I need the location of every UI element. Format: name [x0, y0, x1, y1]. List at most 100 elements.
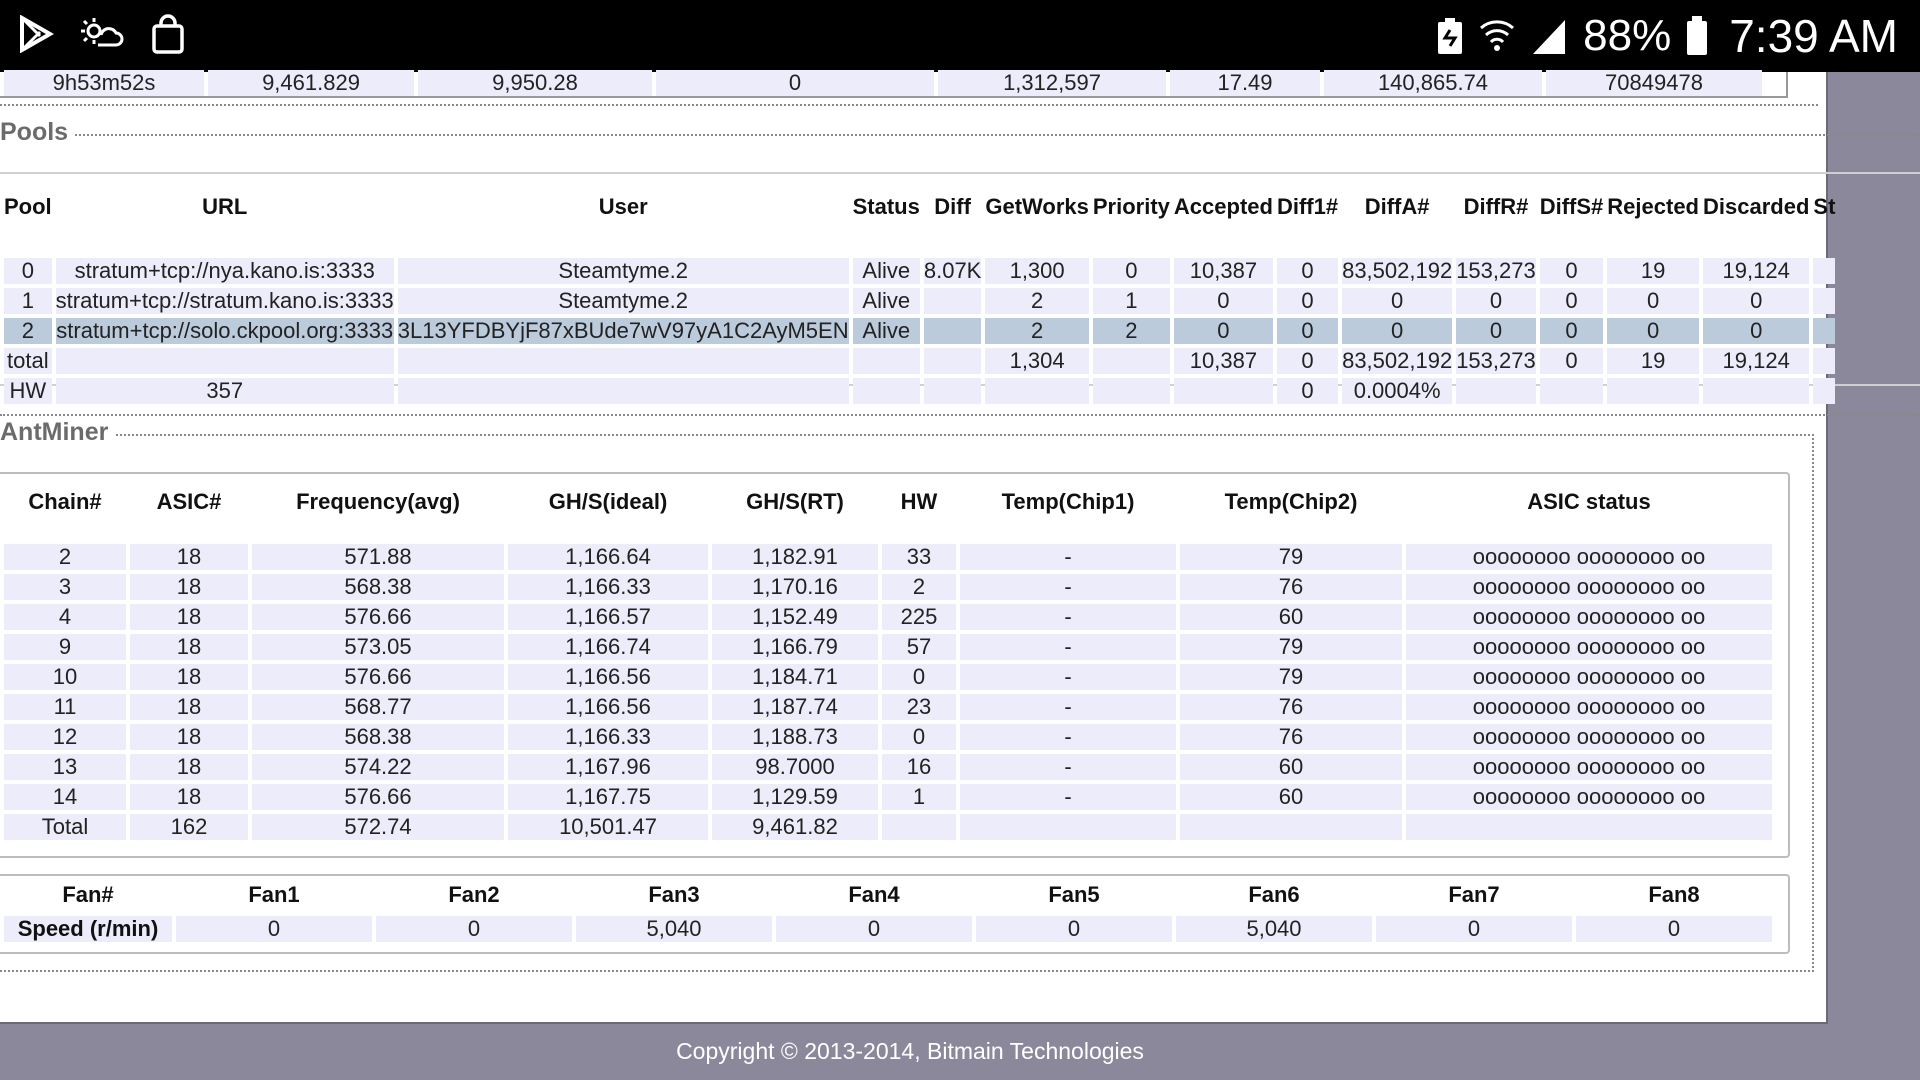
pool-cell: 0 [1342, 288, 1453, 314]
chain-cell: 33 [882, 544, 956, 570]
chain-cell: 1,166.56 [508, 664, 708, 690]
pool-cell: 10,387 [1173, 348, 1273, 374]
pool-cell: 19,124 [1703, 348, 1810, 374]
pool-cell [55, 348, 394, 374]
pool-cell: 0 [1456, 318, 1536, 344]
chain-header-row: Chain# ASIC# Frequency(avg) GH/S(ideal) … [4, 480, 1772, 524]
pools-table: Pool URL User Status Diff GetWorks Prior… [0, 178, 1839, 408]
pool-row-selected[interactable]: 2 stratum+tcp://solo.ckpool.org:3333 3L1… [4, 318, 1836, 344]
summary-cell: 9h53m52s [4, 70, 204, 96]
col-header: Status [852, 194, 920, 219]
pool-cell [1173, 378, 1273, 404]
chain-row: 12 18 568.38 1,166.33 1,188.73 0 - 76 oo… [4, 724, 1772, 750]
chain-cell: 60 [1180, 754, 1402, 780]
chain-cell: 572.74 [252, 814, 504, 840]
wifi-icon [1480, 20, 1515, 51]
fan-speed-row: Speed (r/min) 0 0 5,040 0 0 5,040 0 0 [4, 916, 1772, 942]
pool-cell: 0 [1092, 258, 1170, 284]
chain-cell: 18 [130, 694, 248, 720]
pool-cell: 0 [1607, 288, 1699, 314]
chain-cell: 18 [130, 574, 248, 600]
pool-cell: 0 [1276, 288, 1339, 314]
pool-total-row: total 1,304 10,387 0 83,502,192 153,273 … [4, 348, 1836, 374]
chain-cell: 76 [1180, 694, 1402, 720]
col-header: Discarded [1703, 194, 1810, 219]
pool-cell [1607, 378, 1699, 404]
chain-cell: 1,166.56 [508, 694, 708, 720]
pools-header-row: Pool URL User Status Diff GetWorks Prior… [4, 182, 1835, 232]
pool-cell: 8.07K [923, 258, 982, 284]
chain-cell: - [960, 754, 1176, 780]
pool-cell: 0 [1539, 318, 1604, 344]
chain-cell: 1,129.59 [712, 784, 878, 810]
pool-cell: 0 [1173, 318, 1273, 344]
chain-cell: 3 [4, 574, 126, 600]
col-header: GH/S(ideal) [548, 489, 668, 514]
chain-cell: 18 [130, 634, 248, 660]
chain-cell: 18 [130, 664, 248, 690]
battery-icon [1687, 16, 1708, 55]
chain-cell: 76 [1180, 574, 1402, 600]
col-header: Fan3 [648, 882, 700, 907]
pool-cell: 0 [1276, 258, 1339, 284]
summary-cell: 140,865.74 [1324, 70, 1542, 96]
fan-speed: 0 [176, 916, 372, 942]
chain-cell: 568.38 [252, 724, 504, 750]
col-header: Fan5 [1048, 882, 1100, 907]
chain-cell: Total [4, 814, 126, 840]
col-header: Fan# [62, 882, 114, 907]
antminer-legend: AntMiner [0, 418, 115, 447]
pool-row[interactable]: 0 stratum+tcp://nya.kano.is:3333 Steamty… [4, 258, 1836, 284]
pool-cell: 0 [1276, 348, 1339, 374]
chain-row: 14 18 576.66 1,167.75 1,129.59 1 - 60 oo… [4, 784, 1772, 810]
pool-cell [923, 288, 982, 314]
chain-cell: 162 [130, 814, 248, 840]
pool-cell [852, 348, 920, 374]
chain-row: 11 18 568.77 1,166.56 1,187.74 23 - 76 o… [4, 694, 1772, 720]
chain-cell: 4 [4, 604, 126, 630]
chain-cell: 1,167.75 [508, 784, 708, 810]
asic-status: oooooooo oooooooo oo [1406, 664, 1772, 690]
pool-cell [1813, 318, 1836, 344]
pool-cell: 0 [1539, 288, 1604, 314]
col-header: Rejected [1607, 194, 1699, 219]
pool-status: Alive [852, 288, 920, 314]
play-store-icon [20, 15, 54, 53]
chain-cell: 571.88 [252, 544, 504, 570]
pool-cell: 0 [1342, 318, 1453, 344]
fan-speed: 0 [1376, 916, 1572, 942]
col-header: DiffA# [1364, 194, 1430, 219]
chain-cell: 18 [130, 604, 248, 630]
fan-table: Fan# Fan1 Fan2 Fan3 Fan4 Fan5 Fan6 Fan7 … [0, 874, 1776, 946]
footer-copyright: Copyright © 2013-2014, Bitmain Technolog… [676, 1037, 1144, 1064]
chain-cell [882, 814, 956, 840]
chain-cell: 14 [4, 784, 126, 810]
chain-row: 4 18 576.66 1,166.57 1,152.49 225 - 60 o… [4, 604, 1772, 630]
battery-saver-icon [1438, 18, 1463, 54]
signal-icon [1533, 20, 1566, 54]
chain-cell: 1,167.96 [508, 754, 708, 780]
pool-cell [852, 378, 920, 404]
col-header: URL [202, 194, 248, 219]
col-header: Accepted [1173, 194, 1273, 219]
chain-cell: 1,166.64 [508, 544, 708, 570]
fan-speed: 5,040 [576, 916, 772, 942]
pool-cell: 0 [1276, 318, 1339, 344]
chain-cell: 12 [4, 724, 126, 750]
chain-cell: 1,184.71 [712, 664, 878, 690]
chain-cell: 1 [882, 784, 956, 810]
chain-cell: 1,187.74 [712, 694, 878, 720]
pool-cell: 83,502,192 [1342, 258, 1453, 284]
pool-cell: 0 [1703, 318, 1810, 344]
pool-user: Steamtyme.2 [397, 288, 849, 314]
pool-status: Alive [852, 258, 920, 284]
asic-status [1406, 814, 1772, 840]
col-header: Fan2 [448, 882, 500, 907]
fan-speed: 0 [976, 916, 1172, 942]
fan-speed: 5,040 [1176, 916, 1372, 942]
asic-status: oooooooo oooooooo oo [1406, 634, 1772, 660]
chain-cell: 23 [882, 694, 956, 720]
fan-speed: 0 [776, 916, 972, 942]
pool-row[interactable]: 1 stratum+tcp://stratum.kano.is:3333 Ste… [4, 288, 1836, 314]
pool-cell: 0 [1173, 288, 1273, 314]
